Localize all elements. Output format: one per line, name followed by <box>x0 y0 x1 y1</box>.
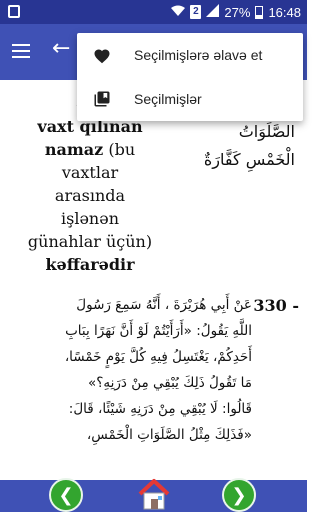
bottom-navigation: ❮ ❯ <box>0 478 307 512</box>
hadith-line: «فَذَلِكَ مِثْلُ الصَّلَوَاتِ الْخَمْسِ، <box>86 427 252 443</box>
bookmarks-icon <box>92 89 112 109</box>
menu-item-favorites[interactable]: Seçilmişlər <box>77 77 303 121</box>
hadith-arabic-text: عَنْ أَبِي هُرَيْرَةَ ، أَنَّهُ سَمِعَ ر… <box>10 292 252 448</box>
hadith-line: مَا تَقُولُ ذَلِكَ يُبْقِي مِنْ دَرَنِهِ… <box>87 375 252 391</box>
menu-item-label: Seçilmişlər <box>134 91 202 107</box>
hadith-line: أَحَدِكُمْ، يَغْتَسِلُ فِيهِ كُلَّ يَوْم… <box>64 349 252 365</box>
overflow-menu: Seçilmişlərə əlavə et Seçilmişlər <box>77 33 303 121</box>
chapter-line-7: kəffarədir <box>45 255 135 274</box>
hamburger-icon[interactable] <box>12 44 30 58</box>
arrow-back-icon[interactable]: ← <box>52 36 70 61</box>
chapter-arabic-title: الصَّلَوَاتُ الْخَمْسِ كَفَّارَةٌ <box>185 118 295 174</box>
hadith-line: قَالُوا: لَا يُبْقِي مِنْ دَرَنِهِ شَيْئ… <box>68 401 252 417</box>
heart-icon <box>92 45 112 65</box>
chapter-line-6: günahlar üçün) <box>27 232 153 251</box>
arabic-title-line-1: الصَّلَوَاتُ <box>238 122 295 141</box>
status-bar: 2 27% 16:48 <box>0 0 307 24</box>
hadith-line: عَنْ أَبِي هُرَيْرَةَ ، أَنَّهُ سَمِعَ ر… <box>76 297 252 313</box>
hadith-number: 330 - <box>253 296 299 315</box>
chapter-line-5: işlənən <box>61 209 119 228</box>
chapter-line-2-rest: (bu <box>108 140 136 159</box>
next-button[interactable]: ❯ <box>222 478 256 512</box>
chapter-line-4: arasında <box>54 186 126 205</box>
hadith-line: اللَّهِ يَقُولُ: «أَرَأَيْتُمْ لَوْ أَنَ… <box>65 323 252 339</box>
battery-icon <box>255 5 264 19</box>
status-icons: 2 27% 16:48 <box>171 4 301 20</box>
arabic-title-line-2: الْخَمْسِ كَفَّارَةٌ <box>203 150 295 169</box>
chapter-line-2-bold: namaz <box>44 140 104 159</box>
chevron-right-icon: ❯ <box>231 484 247 506</box>
sim-icon: 2 <box>190 5 202 19</box>
menu-item-label: Seçilmişlərə əlavə et <box>134 47 263 63</box>
chapter-line-3: vaxtlar <box>61 163 119 182</box>
notification-icon <box>8 5 20 18</box>
home-icon <box>138 479 170 510</box>
chevron-left-icon: ❮ <box>58 484 74 506</box>
clock: 16:48 <box>268 4 301 20</box>
battery-percent: 27% <box>224 4 251 20</box>
menu-item-add-favorites[interactable]: Seçilmişlərə əlavə et <box>77 33 303 77</box>
signal-icon <box>206 4 220 20</box>
hadith-content: 4-c vaxt qılınan namaz (bu vaxtlar arası… <box>0 80 307 480</box>
home-button[interactable] <box>136 476 172 512</box>
wifi-icon <box>171 5 186 19</box>
prev-button[interactable]: ❮ <box>49 478 83 512</box>
